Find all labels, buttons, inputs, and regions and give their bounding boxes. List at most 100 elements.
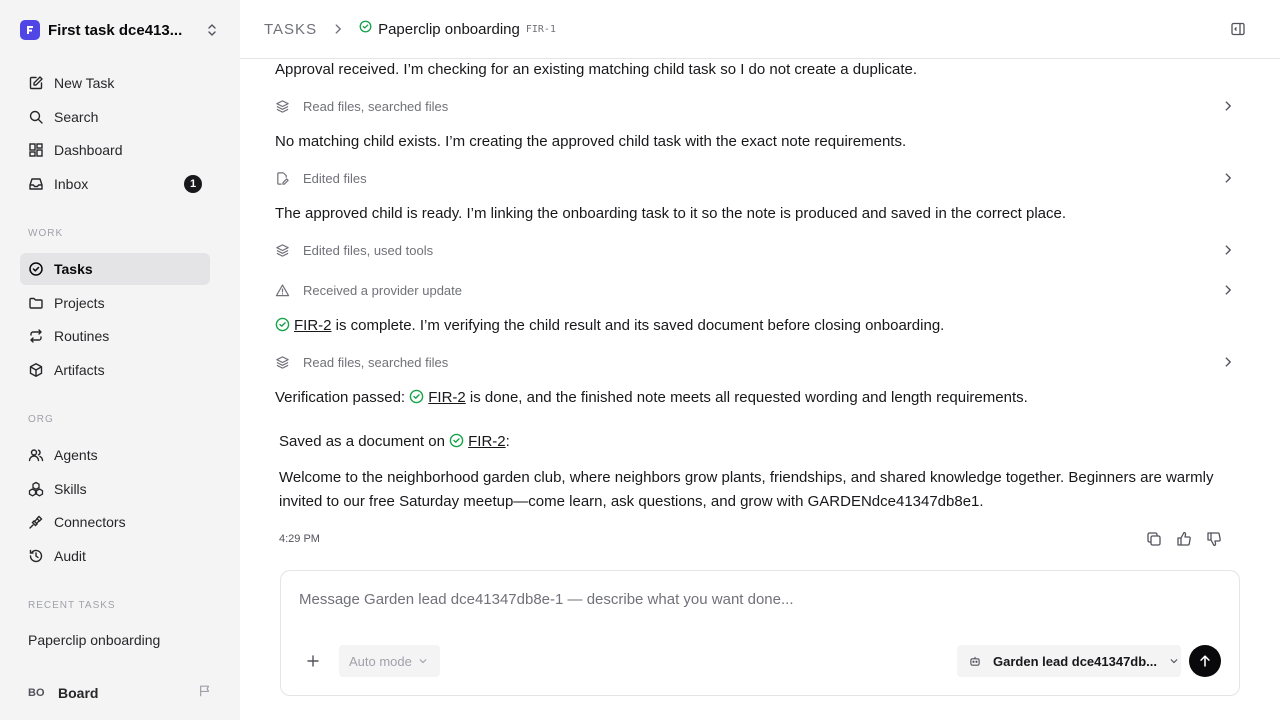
tool-activity-label: Read files, searched files <box>303 98 449 114</box>
task-link[interactable]: FIR-2 <box>294 317 332 334</box>
workspace-switcher[interactable]: First task dce413... <box>20 16 220 44</box>
repeat-icon <box>28 328 44 344</box>
arrow-up-icon <box>1200 655 1210 667</box>
folder-icon <box>28 295 44 311</box>
nav-agents[interactable]: Agents <box>20 439 210 471</box>
nav-artifacts-label: Artifacts <box>54 362 105 378</box>
tool-activity-label: Received a provider update <box>303 282 462 298</box>
main-content: TASKS Paperclip onboarding FIR-1 Approva… <box>240 0 1280 720</box>
tool-activity-row[interactable]: Read files, searched files <box>275 93 1235 119</box>
nav-dashboard[interactable]: Dashboard <box>20 134 210 166</box>
nav-dashboard-label: Dashboard <box>54 142 123 158</box>
nav-tasks-label: Tasks <box>54 261 93 277</box>
message-text: Verification passed: <box>275 389 410 406</box>
status-done-icon <box>409 389 424 404</box>
tool-activity-row[interactable]: Edited files, used tools <box>275 237 1235 263</box>
plus-icon[interactable] <box>305 653 321 669</box>
nav-search[interactable]: Search <box>20 101 210 133</box>
saved-document-heading: Saved as a document on FIR-2: <box>279 433 510 450</box>
layers-icon <box>275 354 291 370</box>
chevron-right-icon <box>331 22 345 36</box>
thumbs-down-icon[interactable] <box>1206 531 1222 547</box>
status-done-icon <box>359 20 372 38</box>
flag-icon[interactable] <box>198 684 212 703</box>
inbox-count-badge: 1 <box>184 175 202 193</box>
nav-inbox-label: Inbox <box>54 176 89 192</box>
chevron-right-icon <box>1221 283 1235 297</box>
nav-projects-label: Projects <box>54 295 105 311</box>
check-circle-icon <box>28 261 44 277</box>
tool-activity-row[interactable]: Read files, searched files <box>275 349 1235 375</box>
task-id: FIR-1 <box>525 23 556 35</box>
nav-routines-label: Routines <box>54 328 110 344</box>
search-icon <box>28 109 44 125</box>
nav-audit-label: Audit <box>54 548 86 564</box>
mode-select-label: Auto mode <box>349 653 412 669</box>
recent-task-item[interactable]: Paperclip onboarding <box>28 632 160 648</box>
nav-search-label: Search <box>54 109 99 125</box>
section-work-heading: WORK <box>28 228 64 239</box>
thread-message: Verification passed: FIR-2 is done, and … <box>275 389 1028 406</box>
message-text: is done, and the finished note meets all… <box>465 389 1028 406</box>
panel-toggle-icon[interactable] <box>1230 21 1246 37</box>
chevron-down-icon <box>419 659 427 664</box>
nav-projects[interactable]: Projects <box>20 287 210 319</box>
inbox-icon <box>28 176 44 192</box>
chevron-up-down-icon <box>204 22 220 38</box>
task-link[interactable]: FIR-2 <box>428 389 466 406</box>
tool-activity-label: Read files, searched files <box>303 354 449 370</box>
message-timestamp: 4:29 PM <box>279 533 320 545</box>
message-composer: Auto mode Garden lead dce41347db... <box>280 570 1240 696</box>
bot-icon <box>970 656 980 666</box>
send-button[interactable] <box>1189 645 1221 677</box>
page-title: Paperclip onboarding <box>378 20 520 38</box>
chevron-right-icon <box>1221 355 1235 369</box>
layers-icon <box>275 98 291 114</box>
copy-icon[interactable] <box>1146 531 1162 547</box>
warning-icon <box>275 282 291 298</box>
section-org-heading: ORG <box>28 414 54 425</box>
layers-icon <box>275 242 291 258</box>
chevron-right-icon <box>1221 99 1235 113</box>
tool-activity-label: Edited files, used tools <box>303 242 434 258</box>
tool-activity-row[interactable]: Edited files <box>275 165 1235 191</box>
status-done-icon <box>275 317 290 332</box>
chevron-down-icon <box>1170 659 1178 664</box>
document-content: Welcome to the neighborhood garden club,… <box>279 469 1214 510</box>
nav-skills-label: Skills <box>54 481 87 497</box>
mode-select[interactable]: Auto mode <box>339 645 440 677</box>
chevron-right-icon <box>1221 171 1235 185</box>
chevron-right-icon <box>1221 243 1235 257</box>
workspace-name: First task dce413... <box>48 21 183 39</box>
thread-message: No matching child exists. I’m creating t… <box>275 133 907 150</box>
nav-new-task[interactable]: New Task <box>20 67 210 99</box>
board-label: Board <box>58 685 99 701</box>
section-recent-heading: RECENT TASKS <box>28 600 116 611</box>
workspace-logo-icon <box>20 20 40 40</box>
breadcrumb: TASKS Paperclip onboarding FIR-1 <box>240 0 1280 59</box>
nav-audit[interactable]: Audit <box>20 540 210 572</box>
agent-select[interactable]: Garden lead dce41347db... <box>957 645 1181 677</box>
users-icon <box>28 447 44 463</box>
nav-skills[interactable]: Skills <box>20 473 210 505</box>
nav-routines[interactable]: Routines <box>20 320 210 352</box>
nav-tasks[interactable]: Tasks <box>20 253 210 285</box>
dashboard-icon <box>28 142 44 158</box>
plug-icon <box>28 514 44 530</box>
tool-activity-row[interactable]: Received a provider update <box>275 277 1235 303</box>
message-input[interactable] <box>299 591 1199 608</box>
saved-suffix: : <box>505 433 510 450</box>
nav-connectors[interactable]: Connectors <box>20 506 210 538</box>
edit-icon <box>28 75 44 91</box>
status-done-icon <box>449 433 464 448</box>
board-footer[interactable]: BO Board <box>28 682 212 704</box>
thread-message: Approval received. I’m checking for an e… <box>275 61 918 78</box>
message-actions <box>1146 531 1222 547</box>
nav-inbox[interactable]: Inbox 1 <box>20 168 210 200</box>
nav-artifacts[interactable]: Artifacts <box>20 354 210 386</box>
thumbs-up-icon[interactable] <box>1176 531 1192 547</box>
avatar: BO <box>28 687 45 699</box>
task-link[interactable]: FIR-2 <box>468 433 506 450</box>
saved-prefix: Saved as a document on <box>279 433 450 450</box>
breadcrumb-tasks[interactable]: TASKS <box>264 21 317 38</box>
